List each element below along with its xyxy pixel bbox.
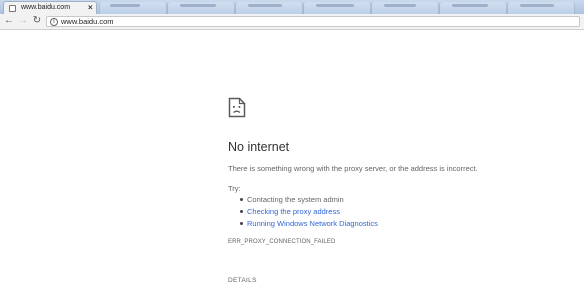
- suggestion-check-proxy[interactable]: Checking the proxy address: [238, 206, 378, 218]
- forward-arrow-icon[interactable]: →: [17, 15, 29, 27]
- blurred-tab-title: [520, 4, 554, 7]
- toolbar: ← → ↻ i www.baidu.com: [0, 14, 584, 30]
- info-icon[interactable]: i: [50, 18, 58, 26]
- error-description: There is something wrong with the proxy …: [228, 164, 478, 173]
- browser-window: www.baidu.com × ← → ↻ i www.baidu.com No…: [0, 0, 584, 299]
- bullet: [240, 222, 243, 225]
- error-title: No internet: [228, 140, 290, 154]
- close-icon[interactable]: ×: [88, 2, 93, 13]
- blurred-tab-title: [384, 4, 416, 7]
- tab-title: www.baidu.com: [21, 4, 71, 11]
- details-button[interactable]: DETAILS: [228, 277, 257, 284]
- url-text[interactable]: www.baidu.com: [61, 16, 114, 27]
- blurred-tab-title: [110, 4, 140, 7]
- error-code: ERR_PROXY_CONNECTION_FAILED: [228, 239, 336, 245]
- bullet: [240, 210, 243, 213]
- try-label: Try:: [228, 184, 241, 193]
- reload-icon[interactable]: ↻: [31, 15, 43, 27]
- blurred-tab-title: [316, 4, 354, 7]
- suggestion-contact-admin: Contacting the system admin: [238, 194, 378, 206]
- address-bar[interactable]: i www.baidu.com: [46, 16, 580, 27]
- bullet: [240, 198, 243, 201]
- error-page: No internet There is something wrong wit…: [0, 30, 584, 299]
- check-proxy-link[interactable]: Checking the proxy address: [247, 207, 340, 216]
- blurred-tab-title: [248, 4, 282, 7]
- blurred-tab-title: [452, 4, 488, 7]
- suggestion-text: Contacting the system admin: [247, 195, 344, 204]
- tab-baidu[interactable]: www.baidu.com ×: [3, 1, 97, 14]
- network-diagnostics-link[interactable]: Running Windows Network Diagnostics: [247, 219, 378, 228]
- back-arrow-icon[interactable]: ←: [3, 15, 15, 27]
- page-icon: [9, 5, 16, 12]
- tab-strip: www.baidu.com ×: [0, 0, 584, 14]
- suggestion-network-diagnostics[interactable]: Running Windows Network Diagnostics: [238, 218, 378, 230]
- sad-page-icon: [228, 97, 246, 118]
- blurred-tab-title: [180, 4, 216, 7]
- suggestions-list: Contacting the system admin Checking the…: [238, 194, 378, 230]
